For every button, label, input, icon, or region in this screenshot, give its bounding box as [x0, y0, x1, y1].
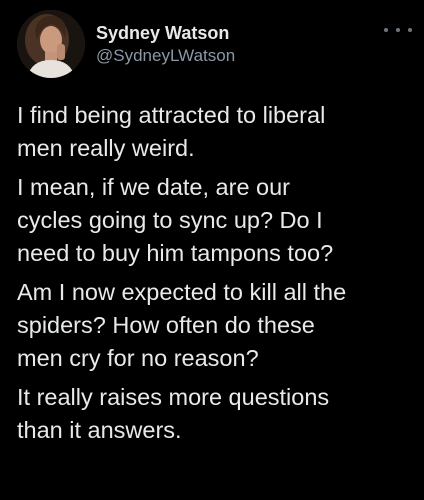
- more-options-icon[interactable]: [384, 22, 412, 38]
- profile-photo-icon: [17, 10, 85, 78]
- dot: [408, 28, 412, 32]
- author-handle[interactable]: @SydneyLWatson: [96, 46, 235, 66]
- tweet-card: Sydney Watson @SydneyLWatson I find bein…: [0, 0, 424, 500]
- tweet-text: I find being attracted to liberal men re…: [17, 99, 412, 453]
- avatar[interactable]: [17, 10, 85, 78]
- tweet-paragraph: Am I now expected to kill all the spider…: [17, 279, 347, 371]
- tweet-paragraph: I mean, if we date, are our cycles going…: [17, 174, 334, 266]
- tweet-paragraph: I find being attracted to liberal men re…: [17, 102, 326, 161]
- author-name[interactable]: Sydney Watson: [96, 23, 229, 44]
- dot: [396, 28, 400, 32]
- tweet-paragraph: It really raises more questions than it …: [17, 384, 330, 443]
- dot: [384, 28, 388, 32]
